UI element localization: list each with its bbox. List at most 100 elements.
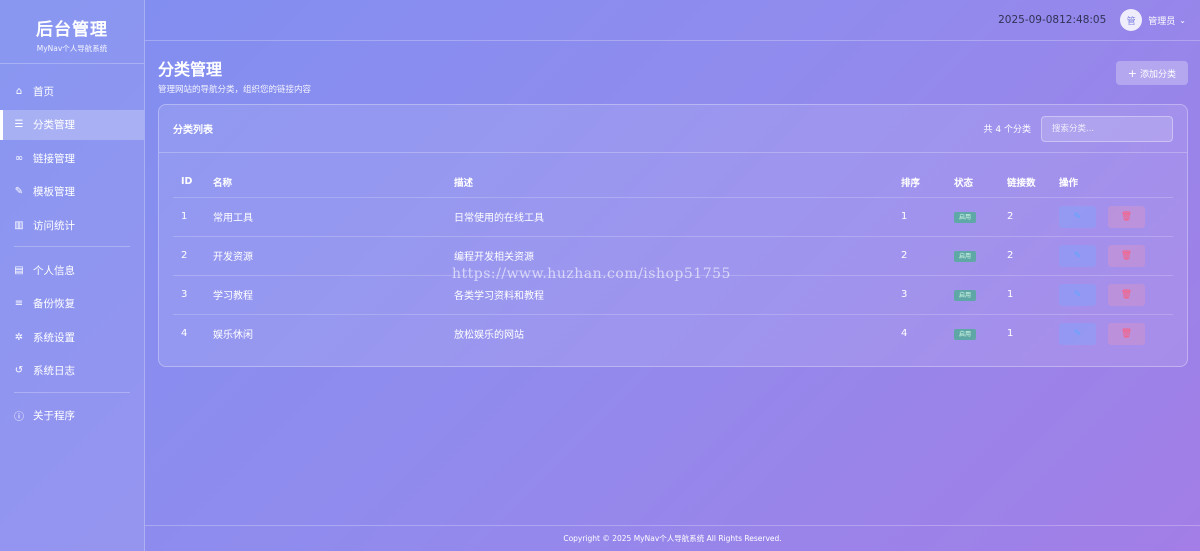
cell-sort: 4 — [901, 328, 908, 340]
status-badge: 启用 — [954, 211, 976, 223]
cell-id: 2 — [173, 236, 213, 276]
cell-actions: ✎ 🗑 — [1059, 197, 1173, 237]
cell-link-count: 2 — [1007, 236, 1059, 276]
column-header: 名称 — [213, 167, 454, 198]
delete-button[interactable]: 🗑 — [1108, 244, 1145, 267]
table-header-row: ID 名称 描述 排序 状态 链接数 操作 — [173, 167, 1173, 198]
sidebar-item-about[interactable]: ⓘ 关于程序 — [0, 401, 144, 431]
sidebar-item-categories[interactable]: ☰ 分类管理 — [0, 109, 144, 140]
sidebar-item-stats[interactable]: ▥ 访问统计 — [0, 210, 144, 240]
sidebar-nav: ⌂ 首页 ☰ 分类管理 ∞ 链接管理 ✎ 模板管理 ▥ 访问统计 ▤ 个人信息 … — [0, 64, 144, 431]
category-count: 共 4 个分类 — [983, 125, 1031, 135]
sidebar-item-logs[interactable]: ↺ 系统日志 — [0, 356, 144, 386]
sidebar-item-label: 模板管理 — [33, 186, 75, 198]
sidebar: 后台管理 MyNav个人导航系统 ⌂ 首页 ☰ 分类管理 ∞ 链接管理 ✎ 模板… — [0, 0, 145, 551]
avatar[interactable]: 管 — [1120, 9, 1143, 31]
list-icon: ☰ — [14, 119, 24, 130]
cell-status: 启用 — [954, 236, 1007, 276]
column-header: 操作 — [1059, 167, 1173, 198]
table-row: 1 常用工具 日常使用的在线工具 1 启用 2 ✎ 🗑 — [173, 197, 1173, 237]
page-title: 分类管理 — [158, 60, 223, 79]
sidebar-item-label: 分类管理 — [33, 119, 75, 131]
card-title: 分类列表 — [173, 125, 213, 136]
cell-link-count: 2 — [1007, 197, 1059, 237]
plus-icon: + — [1127, 66, 1137, 80]
nav-divider — [14, 246, 130, 247]
edit-button[interactable]: ✎ — [1059, 283, 1096, 306]
sidebar-item-label: 备份恢复 — [33, 298, 75, 310]
sidebar-item-label: 系统日志 — [33, 365, 75, 377]
edit-button[interactable]: ✎ — [1059, 244, 1096, 267]
cell-description: 放松娱乐的网站 — [454, 330, 524, 342]
cell-status: 启用 — [954, 197, 1007, 237]
table-row: 4 娱乐休闲 放松娱乐的网站 4 启用 1 ✎ 🗑 — [173, 314, 1173, 353]
edit-button[interactable]: ✎ — [1059, 322, 1096, 345]
search-input[interactable] — [1041, 115, 1173, 142]
column-header: 排序 — [901, 167, 954, 198]
cell-description: 日常使用的在线工具 — [454, 197, 901, 237]
page-description: 管理网站的导航分类，组织您的链接内容 — [158, 85, 312, 95]
sidebar-item-label: 个人信息 — [33, 264, 75, 277]
column-header: 链接数 — [1007, 167, 1059, 198]
card-header: 分类列表 共 4 个分类 — [159, 105, 1187, 153]
sidebar-item-settings[interactable]: ✲ 系统设置 — [0, 322, 144, 352]
current-datetime: 2025-09-0812:48:05 — [998, 14, 1107, 26]
trash-icon: 🗑 — [1120, 289, 1133, 300]
cell-sort: 2 — [901, 236, 954, 276]
link-icon: ∞ — [14, 152, 24, 164]
sidebar-item-backup[interactable]: ≡ 备份恢复 — [0, 289, 144, 319]
cell-status: 启用 — [954, 314, 1007, 353]
add-category-button[interactable]: + 添加分类 — [1115, 61, 1188, 85]
edit-icon: ✎ — [1073, 250, 1082, 261]
cell-name: 学习教程 — [213, 275, 454, 315]
edit-icon: ✎ — [1073, 289, 1082, 300]
brand-title: 后台管理 — [36, 20, 108, 40]
trash-icon: 🗑 — [1120, 328, 1133, 339]
sidebar-item-label: 链接管理 — [33, 152, 75, 165]
cell-link-count: 1 — [1007, 275, 1059, 315]
watermark: https://www.huzhan.com/ishop51755 — [452, 266, 731, 282]
brand-subtitle: MyNav个人导航系统 — [36, 44, 108, 53]
cell-actions: ✎ 🗑 — [1059, 314, 1173, 353]
cell-id: 1 — [173, 197, 213, 237]
category-table: ID 名称 描述 排序 状态 链接数 操作 1 常用工具 日常使用的在线工具 1… — [173, 167, 1173, 353]
edit-button[interactable]: ✎ — [1059, 205, 1096, 228]
user-menu[interactable]: 管理员 — [1148, 14, 1175, 27]
cell-id: 3 — [173, 275, 213, 315]
column-header: 状态 — [954, 167, 1007, 198]
trash-icon: 🗑 — [1120, 211, 1133, 222]
cell-status: 启用 — [954, 275, 1007, 315]
cell-actions: ✎ 🗑 — [1059, 236, 1173, 276]
gear-icon: ✲ — [14, 331, 24, 343]
delete-button[interactable]: 🗑 — [1108, 205, 1145, 228]
sidebar-item-profile[interactable]: ▤ 个人信息 — [0, 255, 144, 285]
footer: Copyright © 2025 MyNav个人导航系统 All Rights … — [145, 525, 1200, 551]
topbar: 2025-09-0812:48:05 管 管理员 ⌄ — [145, 0, 1200, 41]
sidebar-item-label: 首页 — [33, 85, 54, 98]
sidebar-item-home[interactable]: ⌂ 首页 — [0, 76, 144, 106]
category-list-card: 分类列表 共 4 个分类 ID 名称 描述 排序 状态 链接数 操作 1 常用工… — [158, 104, 1188, 367]
cell-name: 常用工具 — [213, 197, 454, 237]
delete-button[interactable]: 🗑 — [1108, 283, 1145, 306]
brush-icon: ✎ — [14, 186, 24, 197]
cell-id: 4 — [181, 328, 188, 340]
id-card-icon: ▤ — [14, 264, 24, 276]
edit-icon: ✎ — [1073, 328, 1082, 339]
page-header: 分类管理 管理网站的导航分类，组织您的链接内容 — [158, 56, 311, 95]
column-header: 描述 — [454, 167, 901, 198]
cell-name: 开发资源 — [213, 236, 454, 276]
chevron-down-icon[interactable]: ⌄ — [1179, 16, 1186, 25]
cell-actions: ✎ 🗑 — [1059, 275, 1173, 315]
chart-icon: ▥ — [14, 219, 24, 231]
delete-button[interactable]: 🗑 — [1108, 322, 1145, 345]
sidebar-item-links[interactable]: ∞ 链接管理 — [0, 143, 144, 173]
nav-divider — [14, 391, 130, 393]
trash-icon: 🗑 — [1120, 250, 1133, 261]
status-badge: 启用 — [954, 250, 976, 262]
sidebar-item-templates[interactable]: ✎ 模板管理 — [0, 177, 144, 207]
history-icon: ↺ — [14, 365, 24, 376]
sidebar-item-label: 关于程序 — [33, 410, 75, 422]
cell-sort: 3 — [901, 275, 954, 315]
edit-icon: ✎ — [1073, 211, 1082, 222]
add-category-label: 添加分类 — [1139, 69, 1176, 80]
